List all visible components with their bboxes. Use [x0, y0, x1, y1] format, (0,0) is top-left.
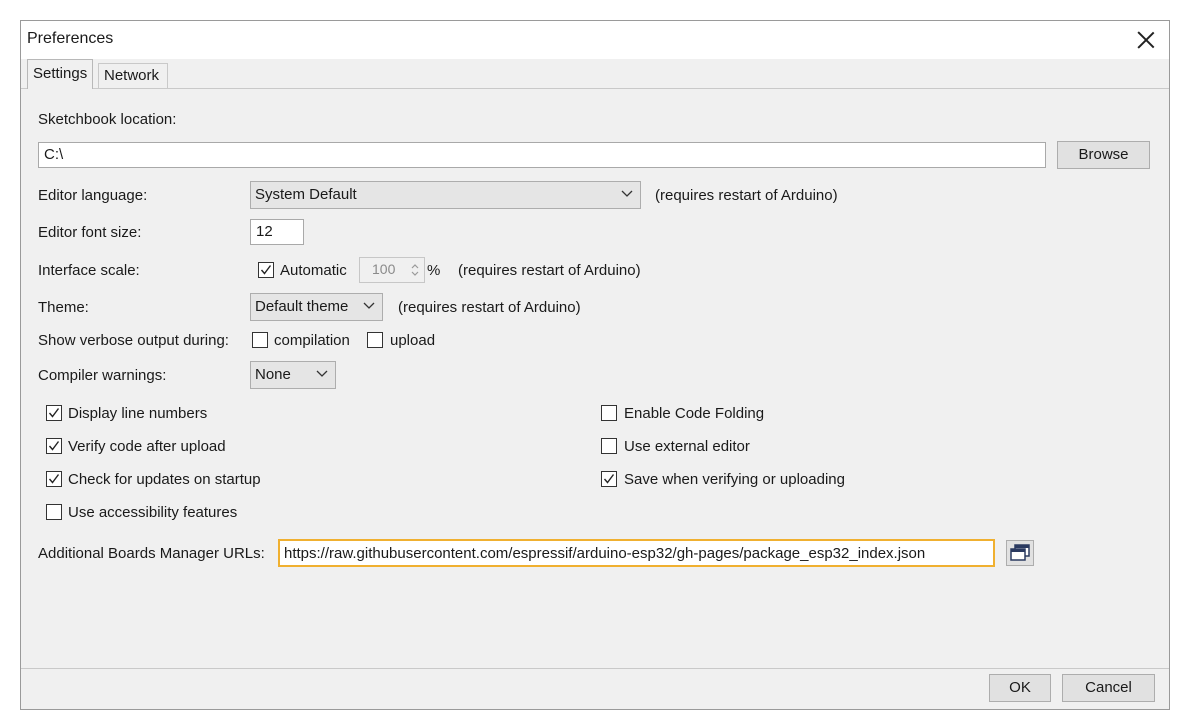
code-folding-checkbox[interactable]	[601, 405, 617, 421]
theme-restart-note: (requires restart of Arduino)	[398, 299, 581, 316]
verbose-compilation-checkbox[interactable]	[252, 332, 268, 348]
verbose-compilation-label: compilation	[274, 332, 350, 349]
editor-language-value: System Default	[255, 186, 357, 203]
ok-button[interactable]: OK	[989, 674, 1051, 702]
title-bar: Preferences	[21, 21, 1169, 59]
compiler-warnings-label: Compiler warnings:	[38, 367, 167, 384]
scale-spinner: 100	[359, 257, 425, 283]
external-editor-checkbox[interactable]	[601, 438, 617, 454]
cancel-button[interactable]: Cancel	[1062, 674, 1155, 702]
scale-unit: %	[427, 262, 441, 279]
checkmark-icon	[260, 265, 272, 275]
editor-language-select[interactable]: System Default	[250, 181, 641, 209]
settings-panel: Sketchbook location: C:\ Browse Editor l…	[21, 88, 1169, 709]
theme-value: Default theme	[255, 298, 349, 315]
check-updates-label: Check for updates on startup	[68, 471, 261, 488]
save-on-verify-label: Save when verifying or uploading	[624, 471, 845, 488]
save-on-verify-checkbox[interactable]	[601, 471, 617, 487]
open-urls-window-button[interactable]	[1006, 540, 1034, 566]
language-restart-note: (requires restart of Arduino)	[655, 187, 838, 204]
compiler-warnings-select[interactable]: None	[250, 361, 336, 389]
checkmark-icon	[48, 441, 60, 451]
verify-after-upload-label: Verify code after upload	[68, 438, 226, 455]
tab-bar: Settings Network	[21, 59, 1169, 89]
display-line-numbers-label: Display line numbers	[68, 405, 208, 422]
sketchbook-input[interactable]: C:\	[38, 142, 1046, 168]
scale-restart-note: (requires restart of Arduino)	[458, 262, 641, 279]
verbose-upload-checkbox[interactable]	[367, 332, 383, 348]
theme-label: Theme:	[38, 299, 89, 316]
interface-scale-label: Interface scale:	[38, 262, 140, 279]
accessibility-checkbox[interactable]	[46, 504, 62, 520]
window-title: Preferences	[27, 30, 114, 47]
verbose-upload-label: upload	[390, 332, 436, 349]
scale-value: 100	[372, 261, 396, 277]
compiler-warnings-value: None	[255, 366, 291, 383]
font-size-input[interactable]: 12	[250, 219, 304, 245]
external-editor-label: Use external editor	[624, 438, 750, 455]
dialog-footer: OK Cancel	[21, 668, 1169, 709]
window-stack-icon	[1010, 544, 1030, 561]
code-folding-label: Enable Code Folding	[624, 405, 765, 422]
spinner-arrows-icon	[411, 264, 419, 276]
boards-urls-label: Additional Boards Manager URLs:	[38, 545, 265, 562]
checkmark-icon	[603, 474, 615, 484]
close-icon[interactable]	[1133, 27, 1159, 53]
automatic-label: Automatic	[280, 262, 347, 279]
verbose-label: Show verbose output during:	[38, 332, 229, 349]
display-line-numbers-checkbox[interactable]	[46, 405, 62, 421]
tab-network[interactable]: Network	[98, 63, 168, 88]
verify-after-upload-checkbox[interactable]	[46, 438, 62, 454]
automatic-scale-checkbox[interactable]	[258, 262, 274, 278]
browse-button[interactable]: Browse	[1057, 141, 1150, 169]
chevron-down-icon	[363, 302, 375, 309]
sketchbook-label: Sketchbook location:	[38, 111, 177, 128]
checkmark-icon	[48, 408, 60, 418]
check-updates-checkbox[interactable]	[46, 471, 62, 487]
boards-urls-input[interactable]: https://raw.githubusercontent.com/espres…	[278, 539, 995, 567]
editor-language-label: Editor language:	[38, 187, 148, 204]
checkmark-icon	[48, 474, 60, 484]
theme-select[interactable]: Default theme	[250, 293, 383, 321]
chevron-down-icon	[621, 190, 633, 197]
tab-settings[interactable]: Settings	[27, 59, 93, 89]
preferences-window: Preferences Settings Network Sketchbook …	[20, 20, 1170, 710]
accessibility-label: Use accessibility features	[68, 504, 238, 521]
font-size-label: Editor font size:	[38, 224, 142, 241]
chevron-down-icon	[316, 370, 328, 377]
